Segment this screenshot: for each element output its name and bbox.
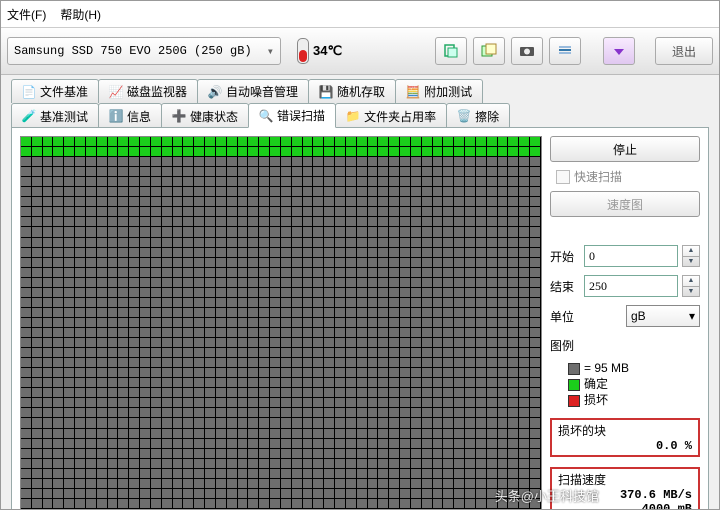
tab-icon: ℹ️ [109, 109, 123, 123]
menubar: 文件(F) 帮助(H) [1, 1, 719, 28]
start-input[interactable]: 0 [584, 245, 678, 267]
tab-信息[interactable]: ℹ️信息 [98, 103, 162, 128]
tab-自动噪音管理[interactable]: 🔊自动噪音管理 [197, 79, 309, 103]
toolbar: Samsung SSD 750 EVO 250G (250 gB) ▾ 34℃ … [1, 28, 719, 75]
menu-file[interactable]: 文件(F) [7, 6, 46, 23]
quick-scan-checkbox[interactable]: 快速扫描 [556, 168, 700, 185]
chevron-down-icon: ▾ [689, 309, 695, 323]
start-spinner[interactable]: ▲▼ [682, 245, 700, 267]
tab-icon: 🧮 [406, 85, 420, 99]
tab-content: 停止 快速扫描 速度图 开始 0 ▲▼ 结束 250 ▲▼ 单位 gB▾ 图例 … [11, 127, 709, 510]
tab-随机存取[interactable]: 💾随机存取 [308, 79, 396, 103]
tab-icon: 🧪 [22, 109, 36, 123]
start-field: 开始 0 ▲▼ [550, 245, 700, 267]
tab-磁盘监视器[interactable]: 📈磁盘监视器 [98, 79, 198, 103]
tabs: 📄文件基准📈磁盘监视器🔊自动噪音管理💾随机存取🧮附加测试 🧪基准测试ℹ️信息➕健… [1, 75, 719, 128]
tab-icon: 📁 [346, 109, 360, 123]
damaged-blocks-box: 损坏的块 0.0 % [550, 418, 700, 457]
tab-icon: 📈 [109, 85, 123, 99]
copy-screenshot-button[interactable] [473, 37, 505, 65]
tab-附加测试[interactable]: 🧮附加测试 [395, 79, 483, 103]
tab-文件夹占用率[interactable]: 📁文件夹占用率 [335, 103, 447, 128]
options-button[interactable] [549, 37, 581, 65]
watermark: 头条@小王科技馆 [495, 486, 599, 505]
drive-select[interactable]: Samsung SSD 750 EVO 250G (250 gB) ▾ [7, 37, 281, 65]
tab-icon: 💾 [319, 85, 333, 99]
tab-icon: 🗑️ [457, 109, 471, 123]
screenshot-button[interactable] [511, 37, 543, 65]
legend-title: 图例 [550, 337, 700, 354]
tab-icon: 🔊 [208, 85, 222, 99]
end-field: 结束 250 ▲▼ [550, 275, 700, 297]
end-input[interactable]: 250 [584, 275, 678, 297]
copy-info-button[interactable] [435, 37, 467, 65]
legend: = 95 MB 确定 损坏 [568, 360, 700, 408]
tab-擦除[interactable]: 🗑️擦除 [446, 103, 510, 128]
thermometer-icon [297, 38, 309, 64]
unit-field: 单位 gB▾ [550, 305, 700, 327]
drive-label: Samsung SSD 750 EVO 250G (250 gB) [14, 44, 252, 58]
stop-button[interactable]: 停止 [550, 136, 700, 162]
end-spinner[interactable]: ▲▼ [682, 275, 700, 297]
unit-select[interactable]: gB▾ [626, 305, 700, 327]
chevron-down-icon: ▾ [267, 44, 274, 59]
side-panel: 停止 快速扫描 速度图 开始 0 ▲▼ 结束 250 ▲▼ 单位 gB▾ 图例 … [550, 136, 700, 510]
temperature-display: 34℃ [297, 38, 342, 64]
checkbox-icon [556, 170, 570, 184]
exit-button[interactable]: 退出 [655, 37, 713, 65]
tab-icon: ➕ [172, 109, 186, 123]
tab-健康状态[interactable]: ➕健康状态 [161, 103, 249, 128]
temperature-value: 34℃ [313, 43, 342, 59]
tab-基准测试[interactable]: 🧪基准测试 [11, 103, 99, 128]
tab-icon: 🔍 [259, 109, 273, 123]
tab-文件基准[interactable]: 📄文件基准 [11, 79, 99, 103]
tab-错误扫描[interactable]: 🔍错误扫描 [248, 103, 336, 128]
tab-icon: 📄 [22, 85, 36, 99]
minimize-to-tray-button[interactable] [603, 37, 635, 65]
speedmap-button[interactable]: 速度图 [550, 191, 700, 217]
scan-grid [20, 136, 542, 510]
menu-help[interactable]: 帮助(H) [60, 6, 101, 23]
